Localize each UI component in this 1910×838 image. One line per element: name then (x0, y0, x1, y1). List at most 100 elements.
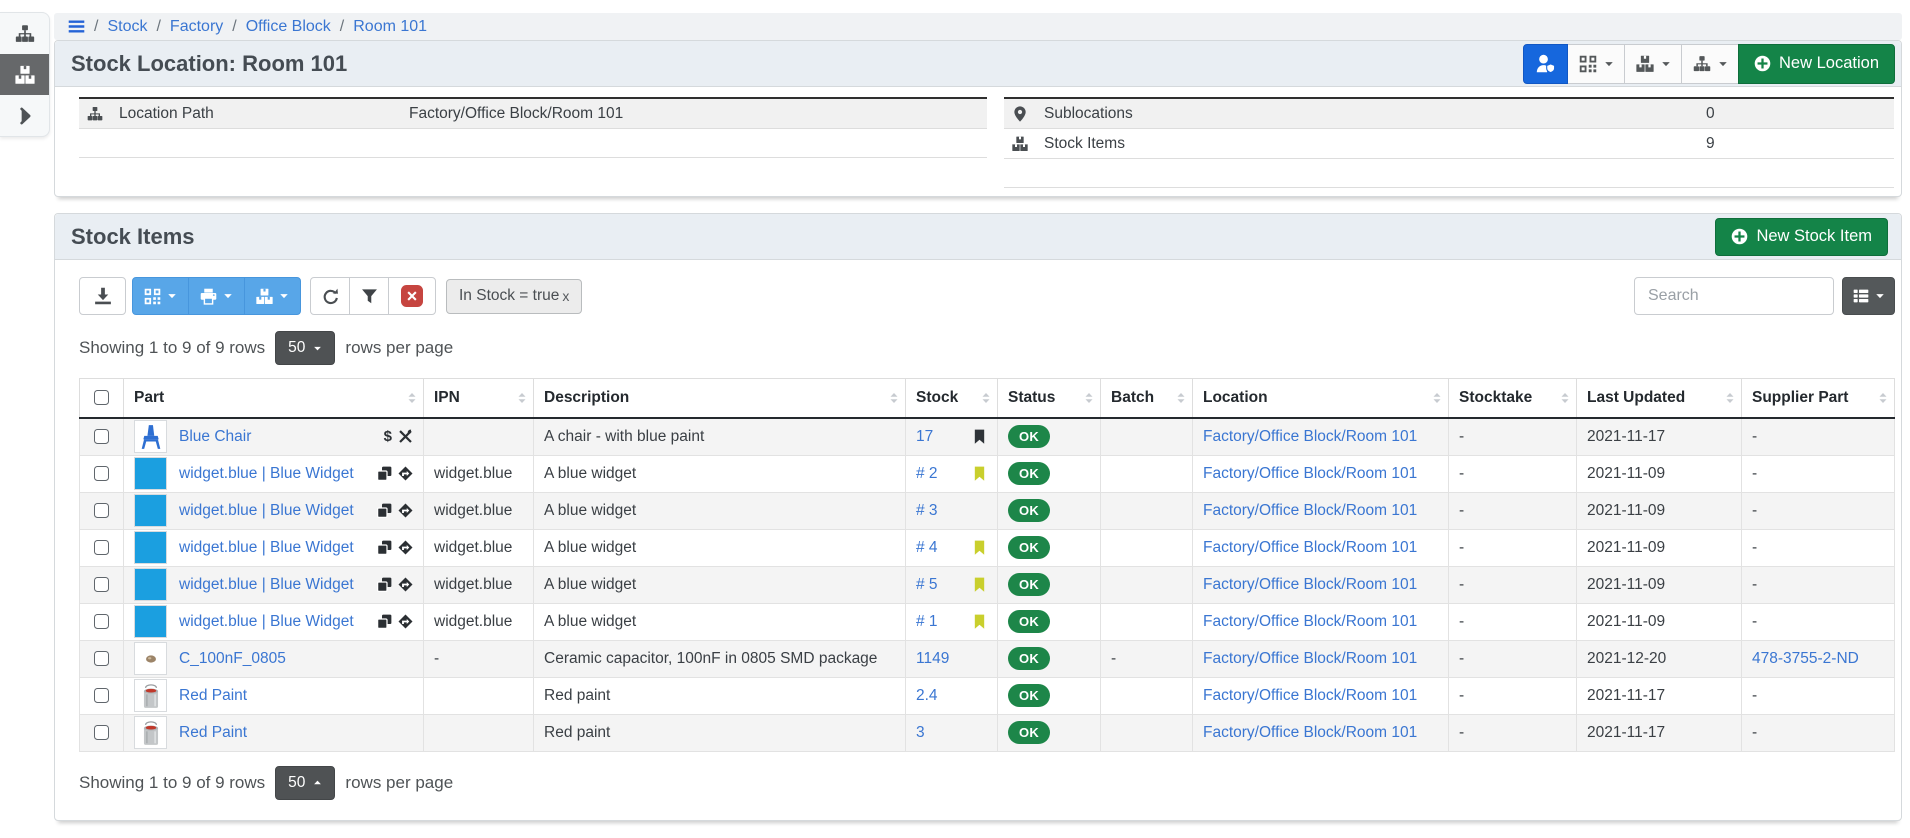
row-checkbox[interactable] (94, 688, 109, 703)
column-header-part[interactable]: Part (124, 379, 424, 419)
part-link[interactable]: widget.blue | Blue Widget (179, 576, 354, 594)
column-header-location[interactable]: Location (1193, 379, 1449, 419)
column-header-ipn[interactable]: IPN (424, 379, 534, 419)
column-select-button[interactable] (1842, 277, 1895, 315)
part-thumbnail[interactable] (134, 716, 167, 749)
location-link[interactable]: Factory/Office Block/Room 101 (1203, 428, 1417, 445)
row-checkbox[interactable] (94, 429, 109, 444)
description-cell: A blue widget (534, 566, 906, 603)
location-link[interactable]: Factory/Office Block/Room 101 (1203, 687, 1417, 704)
part-thumbnail[interactable] (134, 420, 167, 453)
row-checkbox[interactable] (94, 466, 109, 481)
page-size-dropdown[interactable]: 50 (275, 331, 335, 365)
location-link[interactable]: Factory/Office Block/Room 101 (1203, 502, 1417, 519)
part-link[interactable]: Red Paint (179, 724, 247, 742)
column-header-stock[interactable]: Stock (906, 379, 998, 419)
column-header-batch[interactable]: Batch (1101, 379, 1193, 419)
part-link[interactable]: Blue Chair (179, 428, 251, 446)
location-actions-button[interactable] (1681, 44, 1739, 84)
column-header-description[interactable]: Description (534, 379, 906, 419)
part-link[interactable]: widget.blue | Blue Widget (179, 613, 354, 631)
breadcrumb-link-office-block[interactable]: Office Block (246, 18, 331, 36)
menu-toggle-icon[interactable] (68, 18, 85, 35)
stock-cell: 2.4 (906, 677, 998, 714)
breadcrumb-link-stock[interactable]: Stock (107, 18, 147, 36)
filter-button[interactable] (349, 277, 389, 315)
print-actions-button[interactable] (188, 277, 245, 315)
column-header-last-updated[interactable]: Last Updated (1577, 379, 1742, 419)
ipn-cell (424, 418, 534, 455)
barcode-actions-button[interactable] (1567, 44, 1625, 84)
stock-quantity-link[interactable]: 17 (916, 428, 933, 446)
breadcrumb-link-factory[interactable]: Factory (170, 18, 223, 36)
part-link[interactable]: Red Paint (179, 687, 247, 705)
location-link[interactable]: Factory/Office Block/Room 101 (1203, 539, 1417, 556)
row-select-cell (80, 677, 124, 714)
part-link[interactable]: widget.blue | Blue Widget (179, 502, 354, 520)
row-checkbox[interactable] (94, 503, 109, 518)
select-all-header[interactable] (80, 379, 124, 419)
new-stock-item-button[interactable]: New Stock Item (1715, 218, 1888, 256)
part-link[interactable]: C_100nF_0805 (179, 650, 286, 668)
filter-funnel-icon (361, 288, 378, 305)
stock-quantity-link[interactable]: # 2 (916, 465, 938, 483)
location-link[interactable]: Factory/Office Block/Room 101 (1203, 724, 1417, 741)
part-thumbnail[interactable] (134, 568, 167, 601)
stock-options-button[interactable] (244, 277, 301, 315)
part-thumbnail[interactable] (134, 457, 167, 490)
page-size-dropdown[interactable]: 50 (275, 766, 335, 800)
remove-filters-button[interactable] (388, 277, 436, 315)
location-cell: Factory/Office Block/Room 101 (1193, 603, 1449, 640)
part-thumbnail[interactable] (134, 494, 167, 527)
location-link[interactable]: Factory/Office Block/Room 101 (1203, 576, 1417, 593)
remove-filter-tag-x[interactable]: x (562, 288, 569, 304)
search-input[interactable] (1634, 277, 1834, 315)
location-link[interactable]: Factory/Office Block/Room 101 (1203, 465, 1417, 482)
breadcrumb-separator: / (156, 18, 160, 36)
column-header-status[interactable]: Status (998, 379, 1101, 419)
location-link[interactable]: Factory/Office Block/Room 101 (1203, 650, 1417, 667)
stock-quantity-link[interactable]: # 5 (916, 576, 938, 594)
refresh-button[interactable] (310, 277, 350, 315)
stock-quantity-link[interactable]: # 3 (916, 502, 938, 520)
status-cell: OK (998, 714, 1101, 751)
stock-quantity-link[interactable]: # 1 (916, 613, 938, 631)
breadcrumb-link-room-101[interactable]: Room 101 (353, 18, 427, 36)
stock-quantity-link[interactable]: 3 (916, 724, 925, 742)
column-header-supplier-part[interactable]: Supplier Part (1742, 379, 1895, 419)
row-checkbox[interactable] (94, 577, 109, 592)
select-all-checkbox[interactable] (94, 390, 109, 405)
sidebar-item-location-tree[interactable] (0, 13, 49, 54)
batch-cell (1101, 455, 1193, 492)
supplier-part-link[interactable]: 478-3755-2-ND (1752, 650, 1859, 667)
row-checkbox[interactable] (94, 651, 109, 666)
download-data-button[interactable] (79, 277, 126, 315)
new-location-button[interactable]: New Location (1738, 44, 1895, 84)
admin-button[interactable] (1523, 44, 1568, 84)
barcode-actions-button[interactable] (132, 277, 189, 315)
part-thumbnail[interactable] (134, 642, 167, 675)
sidebar-item-stock[interactable] (0, 54, 49, 95)
stock-quantity-link[interactable]: 1149 (916, 650, 949, 668)
part-thumbnail[interactable] (134, 605, 167, 638)
row-checkbox[interactable] (94, 540, 109, 555)
sort-icon (1175, 390, 1187, 407)
part-thumbnail[interactable] (134, 531, 167, 564)
part-link[interactable]: widget.blue | Blue Widget (179, 465, 354, 483)
sidebar-expand-toggle[interactable] (0, 95, 49, 136)
stock-quantity-link[interactable]: # 4 (916, 539, 938, 557)
column-header-stocktake[interactable]: Stocktake (1449, 379, 1577, 419)
table-header-row: Part IPN Description Stock Status Batch … (80, 379, 1895, 419)
part-link[interactable]: widget.blue | Blue Widget (179, 539, 354, 557)
caret-down-icon (223, 291, 233, 301)
location-link[interactable]: Factory/Office Block/Room 101 (1203, 613, 1417, 630)
row-checkbox[interactable] (94, 725, 109, 740)
pagination-showing-text: Showing 1 to 9 of 9 rows (79, 338, 265, 358)
active-filter-tag[interactable]: In Stock = true x (446, 279, 582, 314)
stock-quantity-link[interactable]: 2.4 (916, 687, 938, 705)
chevron-right-icon (15, 106, 35, 126)
part-thumbnail[interactable] (134, 679, 167, 712)
row-checkbox[interactable] (94, 614, 109, 629)
stocktake-cell: - (1449, 640, 1577, 677)
stock-actions-button[interactable] (1624, 44, 1682, 84)
